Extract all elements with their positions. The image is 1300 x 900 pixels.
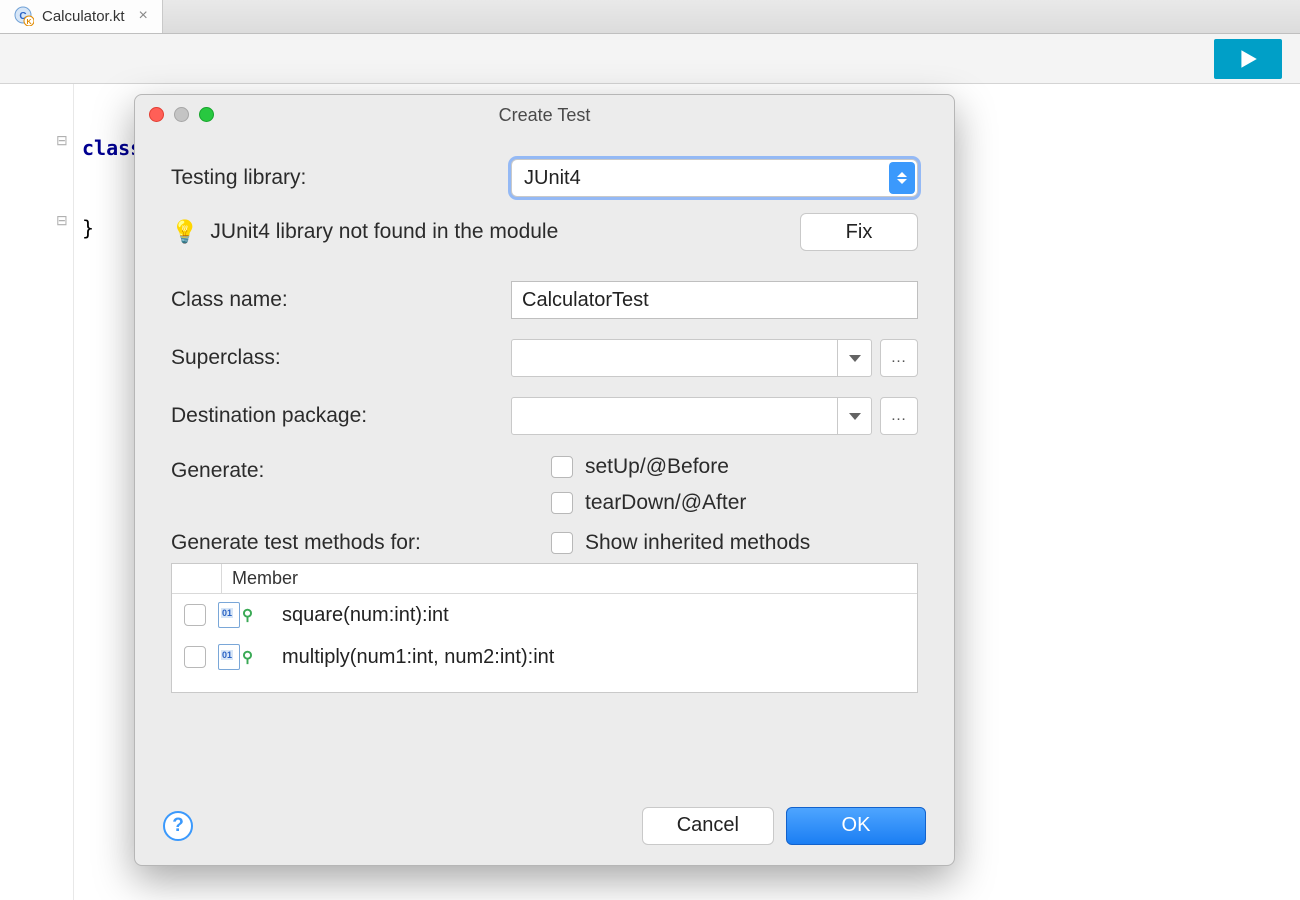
member-signature: square(num:int):int — [282, 604, 449, 627]
member-checkbox[interactable] — [184, 604, 206, 626]
dialog-title: Create Test — [499, 105, 591, 126]
combo-arrow-icon[interactable] — [889, 162, 915, 194]
fold-marker-icon[interactable]: ⊟ — [56, 212, 68, 229]
member-table: Member ⚲ square(num:int):int ⚲ multiply(… — [171, 563, 918, 693]
close-tab-icon[interactable]: × — [139, 7, 148, 25]
create-test-dialog: Create Test Testing library: JUnit4 💡 JU… — [134, 94, 955, 866]
ok-button[interactable]: OK — [786, 807, 926, 845]
editor-tab-bar: C K Calculator.kt × — [0, 0, 1300, 34]
fix-button[interactable]: Fix — [800, 213, 918, 251]
help-button[interactable]: ? — [163, 811, 193, 841]
member-header-label: Member — [222, 568, 298, 589]
generate-label: Generate: — [171, 455, 551, 483]
superclass-label: Superclass: — [171, 346, 511, 370]
superclass-combo[interactable] — [511, 339, 872, 377]
teardown-after-label: tearDown/@After — [585, 491, 746, 515]
member-table-header[interactable]: Member — [172, 564, 917, 594]
dialog-footer: ? Cancel OK — [135, 785, 954, 865]
run-button[interactable] — [1214, 39, 1282, 79]
destination-package-combo[interactable] — [511, 397, 872, 435]
method-icon: ⚲ — [218, 644, 256, 670]
setup-before-checkbox[interactable] — [551, 456, 573, 478]
kotlin-file-icon: C K — [14, 6, 34, 26]
close-window-icon[interactable] — [149, 107, 164, 122]
code-area[interactable]: class } — [74, 84, 142, 900]
dropdown-arrow-icon[interactable] — [837, 398, 871, 434]
member-row[interactable]: ⚲ multiply(num1:int, num2:int):int — [172, 636, 917, 678]
lightbulb-icon: 💡 — [171, 219, 198, 245]
minimize-window-icon — [174, 107, 189, 122]
svg-text:K: K — [26, 19, 31, 26]
file-tab-label: Calculator.kt — [42, 8, 125, 25]
dialog-titlebar[interactable]: Create Test — [135, 95, 954, 135]
class-name-input[interactable] — [511, 281, 918, 319]
code-closing-brace: } — [74, 208, 142, 248]
teardown-after-checkbox[interactable] — [551, 492, 573, 514]
show-inherited-label: Show inherited methods — [585, 531, 810, 555]
testing-library-value: JUnit4 — [524, 167, 581, 190]
toolbar-strip — [0, 34, 1300, 84]
testing-library-label: Testing library: — [171, 166, 511, 190]
setup-before-label: setUp/@Before — [585, 455, 729, 479]
member-row[interactable]: ⚲ square(num:int):int — [172, 594, 917, 636]
superclass-browse-button[interactable]: … — [880, 339, 918, 377]
class-name-label: Class name: — [171, 288, 511, 312]
window-controls — [149, 107, 214, 122]
file-tab-calculator[interactable]: C K Calculator.kt × — [0, 0, 163, 33]
destination-package-label: Destination package: — [171, 404, 511, 428]
show-inherited-checkbox[interactable] — [551, 532, 573, 554]
member-checkbox[interactable] — [184, 646, 206, 668]
library-missing-hint: JUnit4 library not found in the module — [210, 220, 788, 244]
zoom-window-icon[interactable] — [199, 107, 214, 122]
cancel-button[interactable]: Cancel — [642, 807, 774, 845]
member-signature: multiply(num1:int, num2:int):int — [282, 646, 554, 669]
editor-gutter: ⊟ ⊟ — [0, 84, 74, 900]
dropdown-arrow-icon[interactable] — [837, 340, 871, 376]
method-icon: ⚲ — [218, 602, 256, 628]
fold-marker-icon[interactable]: ⊟ — [56, 132, 68, 149]
destination-package-browse-button[interactable]: … — [880, 397, 918, 435]
generate-methods-label: Generate test methods for: — [171, 531, 551, 555]
testing-library-combo[interactable]: JUnit4 — [511, 159, 918, 197]
